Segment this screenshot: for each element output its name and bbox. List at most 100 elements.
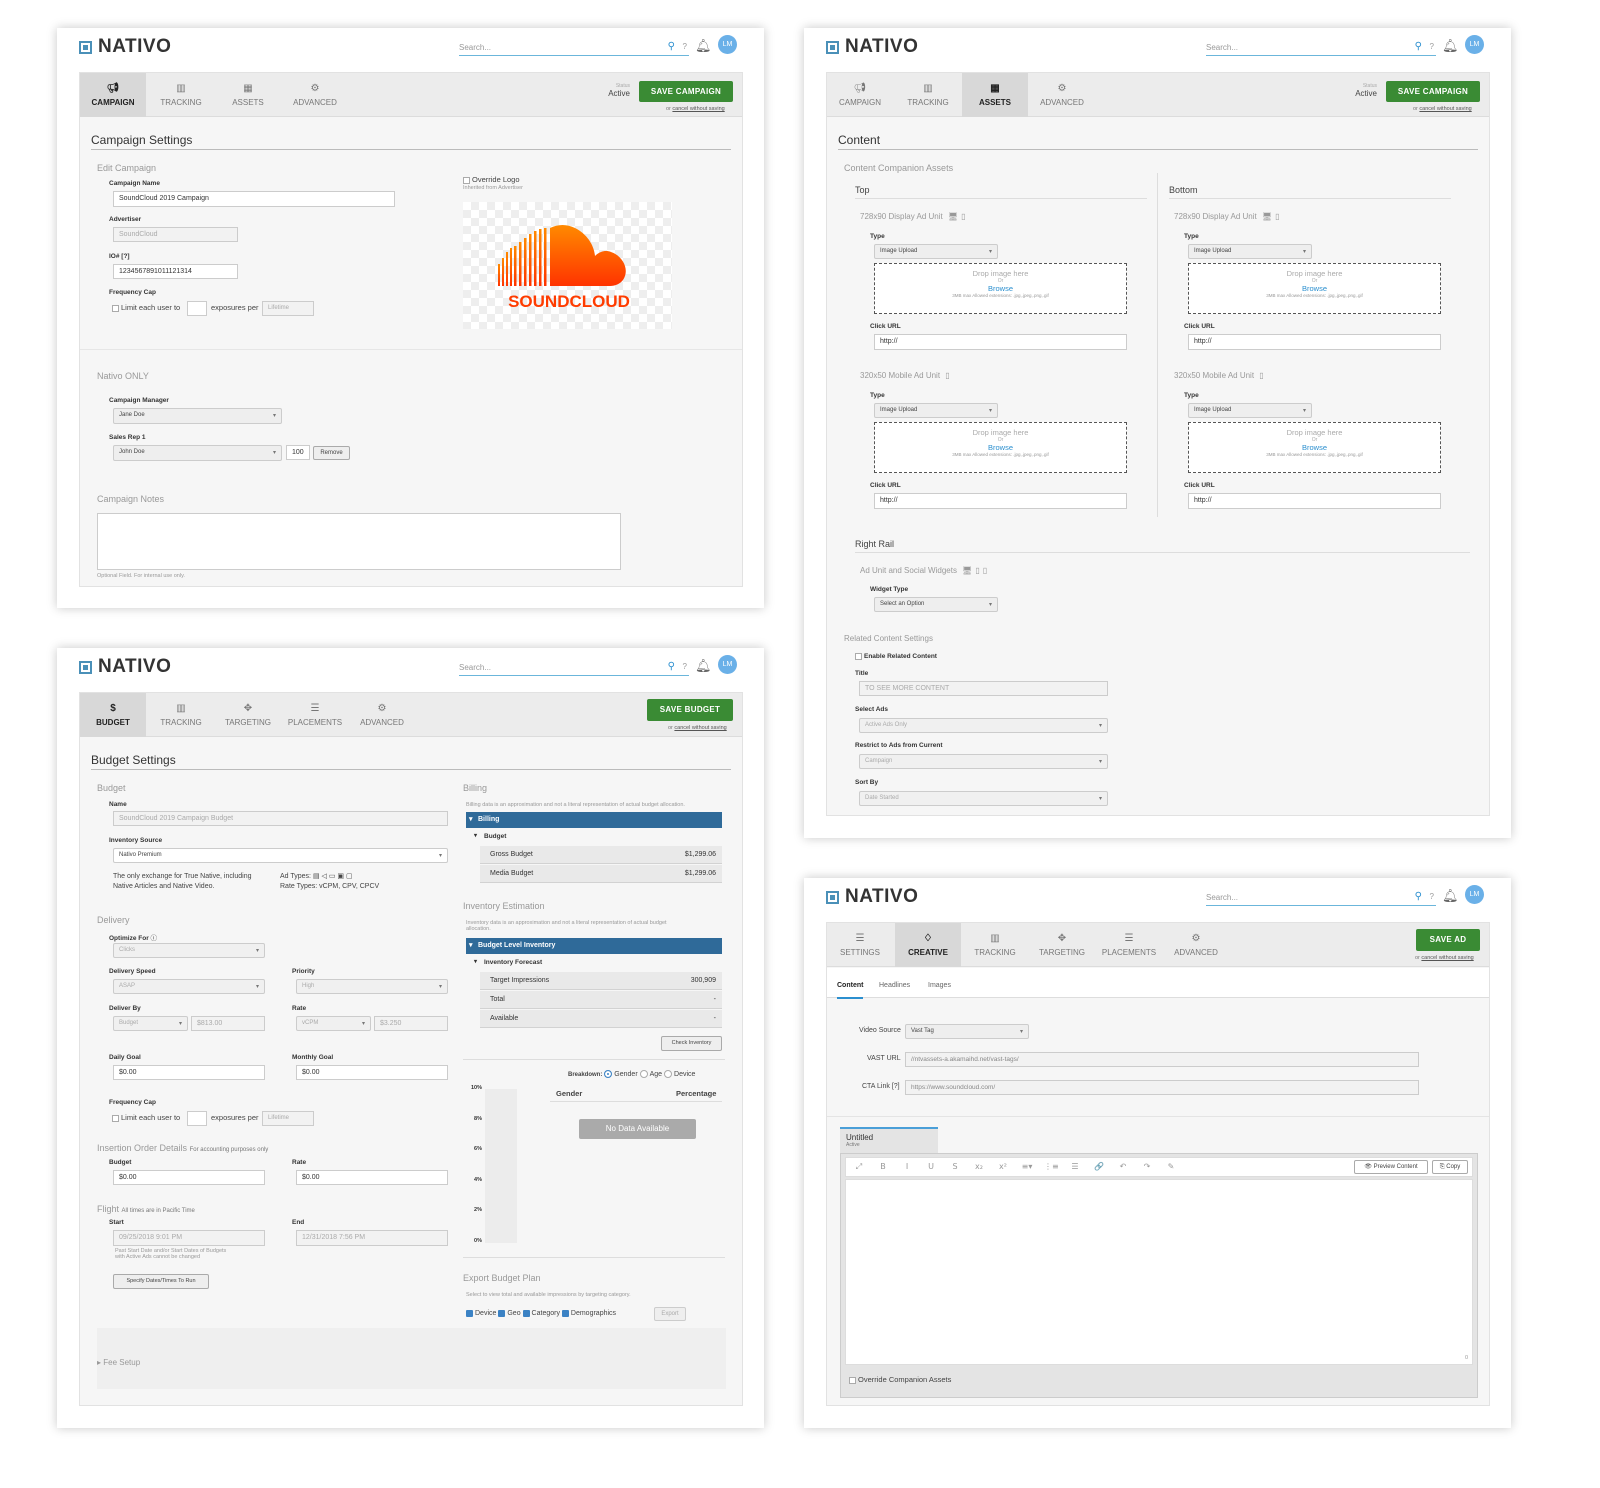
bell-icon[interactable]: 🔔︎ bbox=[695, 658, 712, 674]
browse-link[interactable]: Browse bbox=[875, 443, 1126, 452]
io-input[interactable]: 1234567891011121314 bbox=[113, 264, 238, 279]
budget-name-input[interactable]: SoundCloud 2019 Campaign Budget bbox=[113, 811, 448, 826]
browse-link[interactable]: Browse bbox=[875, 284, 1126, 293]
toolbar-button[interactable]: 🔗 bbox=[1092, 1162, 1106, 1174]
click-url-input[interactable]: http:// bbox=[1188, 334, 1441, 350]
search-input[interactable]: Search... ⚲? bbox=[459, 40, 689, 56]
browse-link[interactable]: Browse bbox=[1189, 443, 1440, 452]
cancel-link[interactable]: or cancel without saving bbox=[666, 106, 725, 112]
inventory-bar[interactable]: Budget Level Inventory bbox=[466, 938, 722, 954]
save-ad-button[interactable]: SAVE AD bbox=[1416, 929, 1480, 951]
toolbar-button[interactable]: ⤢ bbox=[852, 1162, 866, 1174]
nativo-logo[interactable]: NATIVO bbox=[826, 36, 918, 58]
tab-assets[interactable]: ▦ ASSETS bbox=[962, 73, 1028, 117]
editor-content-area[interactable] bbox=[845, 1179, 1473, 1365]
type-select[interactable]: Image Upload bbox=[1188, 403, 1312, 418]
title-input[interactable]: TO SEE MORE CONTENT bbox=[859, 681, 1108, 696]
subtab-images[interactable]: Images bbox=[928, 981, 951, 991]
gender-radio[interactable] bbox=[604, 1070, 613, 1079]
frequency-checkbox[interactable] bbox=[112, 304, 119, 312]
enable-related-checkbox[interactable] bbox=[855, 653, 862, 660]
tab-advanced[interactable]: ⚙ ADVANCED bbox=[1163, 923, 1229, 967]
budget-subrow[interactable]: Budget bbox=[466, 829, 722, 845]
frequency-period-select[interactable]: Lifetime bbox=[262, 1111, 314, 1126]
bell-icon[interactable]: 🔔︎ bbox=[1442, 38, 1459, 54]
io-budget-input[interactable]: $0.00 bbox=[113, 1170, 265, 1185]
tab-budget[interactable]: $ BUDGET bbox=[80, 693, 146, 737]
override-logo-checkbox[interactable] bbox=[463, 176, 470, 184]
avatar[interactable]: LM bbox=[1465, 885, 1484, 904]
vast-url-input[interactable]: //ntvassets-a.akamaihd.net/vast-tags/ bbox=[905, 1052, 1419, 1067]
type-select[interactable]: Image Upload bbox=[874, 403, 998, 418]
tab-settings[interactable]: ☰ SETTINGS bbox=[827, 923, 893, 967]
frequency-count-input[interactable] bbox=[187, 1111, 207, 1126]
enable-related[interactable]: Enable Related Content bbox=[855, 653, 937, 660]
avatar[interactable]: LM bbox=[718, 35, 737, 54]
inventory-source-select[interactable]: Nativo Premium bbox=[113, 848, 448, 863]
device-checkbox[interactable] bbox=[466, 1309, 473, 1317]
widget-type-select[interactable]: Select an Option bbox=[874, 597, 998, 612]
tab-advanced[interactable]: ⚙ ADVANCED bbox=[282, 73, 348, 117]
daily-goal-input[interactable]: $0.00 bbox=[113, 1065, 265, 1080]
fee-setup-toggle[interactable]: ▸ Fee Setup bbox=[97, 1358, 140, 1367]
toolbar-button[interactable]: U bbox=[924, 1162, 938, 1174]
sales-rep-select[interactable]: John Doe bbox=[113, 445, 282, 461]
frequency-count-input[interactable] bbox=[187, 301, 207, 316]
click-url-input[interactable]: http:// bbox=[1188, 493, 1441, 509]
help-icon[interactable]: ? bbox=[683, 42, 687, 51]
help-icon[interactable]: ? bbox=[683, 662, 687, 671]
tab-campaign[interactable]: 📢︎ CAMPAIGN bbox=[80, 73, 146, 117]
tab-targeting[interactable]: ✥ TARGETING bbox=[1029, 923, 1095, 967]
avatar[interactable]: LM bbox=[718, 655, 737, 674]
cta-link-input[interactable]: https://www.soundcloud.com/ bbox=[905, 1080, 1419, 1095]
tab-tracking[interactable]: ▥ TRACKING bbox=[148, 693, 214, 737]
tab-tracking[interactable]: ▥ TRACKING bbox=[148, 73, 214, 117]
toolbar-button[interactable]: ↷ bbox=[1140, 1162, 1154, 1174]
help-icon[interactable]: ? bbox=[1430, 892, 1434, 901]
sort-by-select[interactable]: Date Started bbox=[859, 791, 1108, 806]
sales-rep-percent-input[interactable]: 100 bbox=[286, 445, 310, 460]
monthly-goal-input[interactable]: $0.00 bbox=[296, 1065, 448, 1080]
search-icon[interactable]: ⚲ bbox=[668, 41, 675, 52]
nativo-logo[interactable]: NATIVO bbox=[79, 656, 171, 678]
toolbar-button[interactable]: I bbox=[900, 1162, 914, 1174]
frequency-period-select[interactable]: Lifetime bbox=[262, 301, 314, 316]
override-companion-checkbox[interactable] bbox=[849, 1376, 856, 1384]
campaign-manager-select[interactable]: Jane Doe bbox=[113, 408, 282, 424]
search-input[interactable]: Search... ⚲? bbox=[1206, 40, 1436, 56]
save-campaign-button[interactable]: SAVE CAMPAIGN bbox=[1386, 81, 1480, 102]
tab-targeting[interactable]: ✥ TARGETING bbox=[215, 693, 281, 737]
preview-content-button[interactable]: 👁︎ Preview Content bbox=[1354, 1160, 1428, 1174]
bell-icon[interactable]: 🔔︎ bbox=[695, 38, 712, 54]
delivery-speed-select[interactable]: ASAP bbox=[113, 979, 265, 994]
bell-icon[interactable]: 🔔︎ bbox=[1442, 888, 1459, 904]
tab-assets[interactable]: ▦ ASSETS bbox=[215, 73, 281, 117]
demographics-checkbox[interactable] bbox=[561, 1309, 569, 1317]
specify-dates-button[interactable]: Specify Dates/Times To Run bbox=[113, 1274, 209, 1289]
tab-tracking[interactable]: ▥ TRACKING bbox=[962, 923, 1028, 967]
cancel-link[interactable]: or cancel without saving bbox=[668, 725, 727, 731]
search-icon[interactable]: ⚲ bbox=[1415, 41, 1422, 52]
search-icon[interactable]: ⚲ bbox=[1415, 891, 1422, 902]
click-url-input[interactable]: http:// bbox=[874, 334, 1127, 350]
browse-link[interactable]: Browse bbox=[1189, 284, 1440, 293]
video-source-select[interactable]: Vast Tag bbox=[905, 1024, 1029, 1039]
export-button[interactable]: Export bbox=[654, 1307, 686, 1321]
start-input[interactable]: 09/25/2018 9:01 PM bbox=[113, 1230, 265, 1246]
toolbar-button[interactable]: ☰ bbox=[1068, 1162, 1082, 1174]
document-tab[interactable]: Untitled Active bbox=[840, 1127, 938, 1153]
avatar[interactable]: LM bbox=[1465, 35, 1484, 54]
select-ads-select[interactable]: Active Ads Only bbox=[859, 718, 1108, 733]
subtab-headlines[interactable]: Headlines bbox=[879, 981, 910, 991]
tab-creative[interactable]: ♢ CREATIVE bbox=[895, 923, 961, 967]
type-select[interactable]: Image Upload bbox=[874, 244, 998, 259]
frequency-checkbox[interactable] bbox=[112, 1114, 119, 1122]
type-select[interactable]: Image Upload bbox=[1188, 244, 1312, 259]
help-icon[interactable]: ? bbox=[1430, 42, 1434, 51]
override-companion[interactable]: Override Companion Assets bbox=[849, 1375, 951, 1385]
image-dropzone[interactable]: Drop image here Or Browse 3MB max Allowed e… bbox=[874, 263, 1127, 314]
tab-campaign[interactable]: 📢︎ CAMPAIGN bbox=[827, 73, 893, 117]
deliver-by-amount[interactable]: $813.00 bbox=[191, 1016, 265, 1031]
io-rate-input[interactable]: $0.00 bbox=[296, 1170, 448, 1185]
geo-checkbox[interactable] bbox=[498, 1309, 506, 1317]
